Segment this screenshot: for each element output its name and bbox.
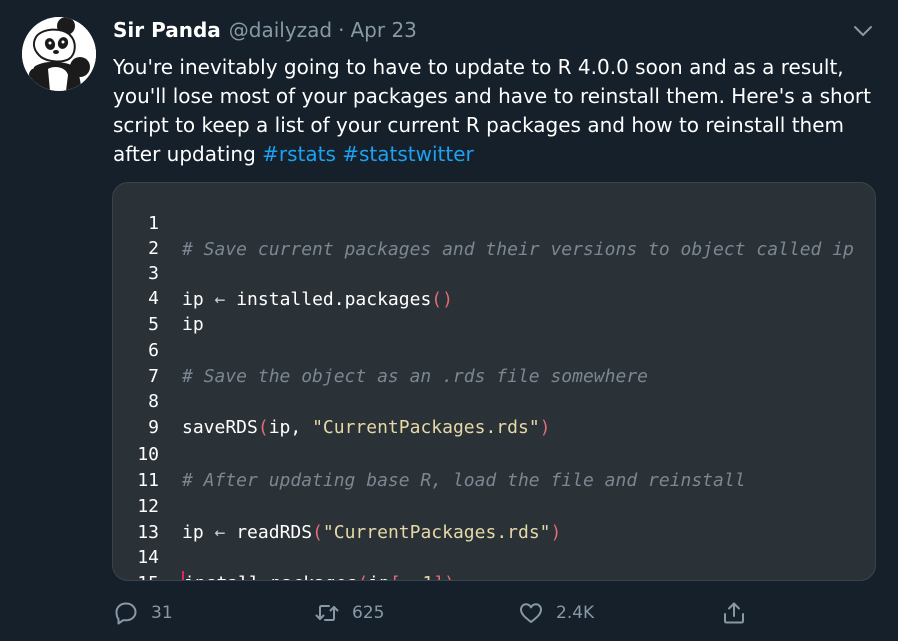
code-comma: , — [401, 573, 423, 580]
like-button[interactable]: 2.4K — [518, 596, 594, 630]
code-line: 7 — [113, 338, 875, 387]
reply-icon — [115, 602, 137, 625]
code-line: 10 # After updating base R, load the fil… — [113, 416, 875, 491]
hashtag-statstwitter[interactable]: #statstwitter — [342, 142, 474, 166]
code-line: 11 — [113, 442, 875, 491]
code-source: install.packages(ip[, 1]) — [182, 571, 455, 580]
code-number: 1 — [422, 573, 433, 580]
panda-avatar[interactable] — [22, 17, 96, 91]
code-line: 5 — [113, 286, 875, 335]
tweet-date[interactable]: Apr 23 — [350, 18, 416, 42]
tweet-text-body: You're inevitably going to have to updat… — [113, 55, 871, 166]
code-bracket: [ — [390, 573, 401, 580]
code-line: 15 — [113, 545, 875, 580]
code-line: 9 — [113, 389, 875, 438]
display-name[interactable]: Sir Panda — [113, 18, 221, 42]
hashtag-rstats[interactable]: #rstats — [262, 142, 336, 166]
tweet[interactable]: Sir Panda @dailyzad · Apr 23 You're inev… — [0, 0, 898, 641]
tweet-text: You're inevitably going to have to updat… — [113, 53, 873, 169]
code-paren: ( — [357, 573, 368, 580]
code-paren: ) — [444, 573, 455, 580]
code-line: 6 # Save the object as an .rds file some… — [113, 312, 875, 387]
retweet-count: 625 — [352, 603, 385, 623]
reply-button[interactable]: 31 — [113, 596, 173, 630]
code-line: 14 install.packages(ip[, 1]) — [113, 519, 875, 580]
code-bracket: ] — [433, 573, 444, 580]
reply-count: 31 — [151, 603, 173, 623]
code-ident: ip — [368, 573, 390, 580]
share-icon — [724, 602, 744, 624]
code-line: 4 ip — [113, 260, 875, 335]
tweet-actions: 31 625 2.4K — [0, 596, 898, 630]
chevron-down-icon[interactable] — [852, 20, 874, 42]
panda-avatar-image — [22, 17, 96, 91]
code-line: 13 — [113, 494, 875, 543]
retweet-button[interactable]: 625 — [314, 596, 384, 630]
code-line: 12 ip ← readRDS("CurrentPackages.rds") — [113, 468, 875, 543]
tweet-header: Sir Panda @dailyzad · Apr 23 — [113, 18, 417, 46]
code-line: 1 # Save current packages and their vers… — [113, 185, 875, 260]
code-line: 8 saveRDS(ip, "CurrentPackages.rds") — [113, 363, 875, 438]
user-handle[interactable]: @dailyzad — [229, 18, 332, 42]
chevron-down-icon-shape — [854, 26, 872, 36]
heart-icon — [520, 603, 542, 623]
like-count: 2.4K — [556, 603, 595, 623]
line-number: 15 — [113, 571, 159, 580]
header-separator: · — [338, 18, 345, 42]
code-function: install.packages — [184, 573, 357, 580]
code-image[interactable]: 1 # Save current packages and their vers… — [112, 182, 876, 581]
retweet-icon — [315, 605, 339, 621]
code-line: 2 — [113, 210, 875, 259]
share-button[interactable] — [721, 596, 747, 630]
code-line: 3 ip ← installed.packages() — [113, 235, 875, 310]
